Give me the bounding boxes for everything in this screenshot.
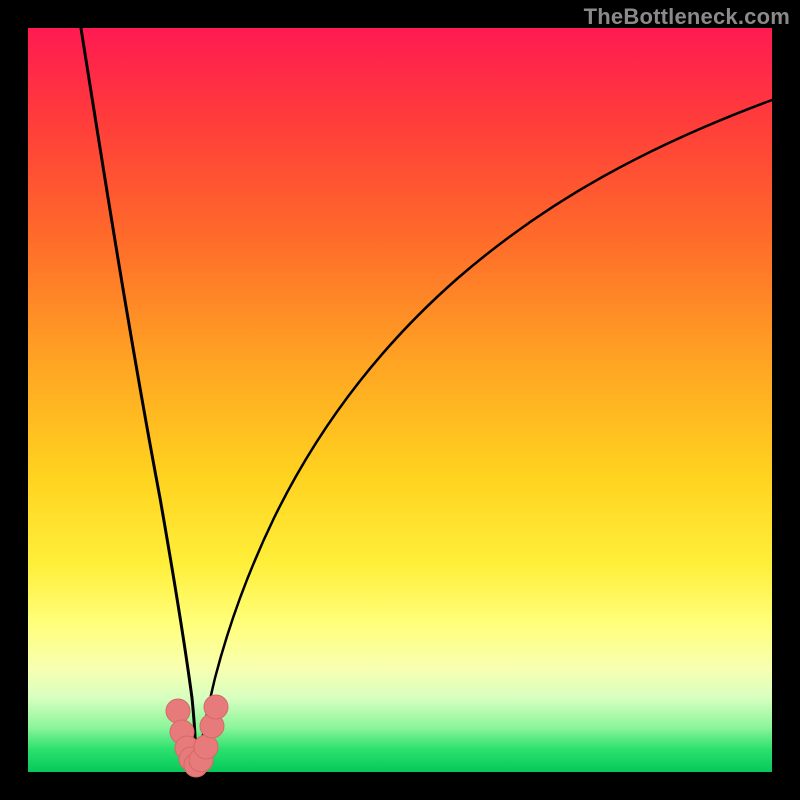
marker-dot — [204, 695, 228, 719]
curve-left-branch — [80, 22, 196, 768]
marker-dot — [194, 735, 218, 759]
watermark-text: TheBottleneck.com — [584, 4, 790, 30]
curve-layer — [28, 28, 772, 772]
chart-frame: TheBottleneck.com — [0, 0, 800, 800]
curve-right-branch — [199, 100, 772, 768]
plot-area — [28, 28, 772, 772]
marker-dot — [166, 699, 190, 723]
